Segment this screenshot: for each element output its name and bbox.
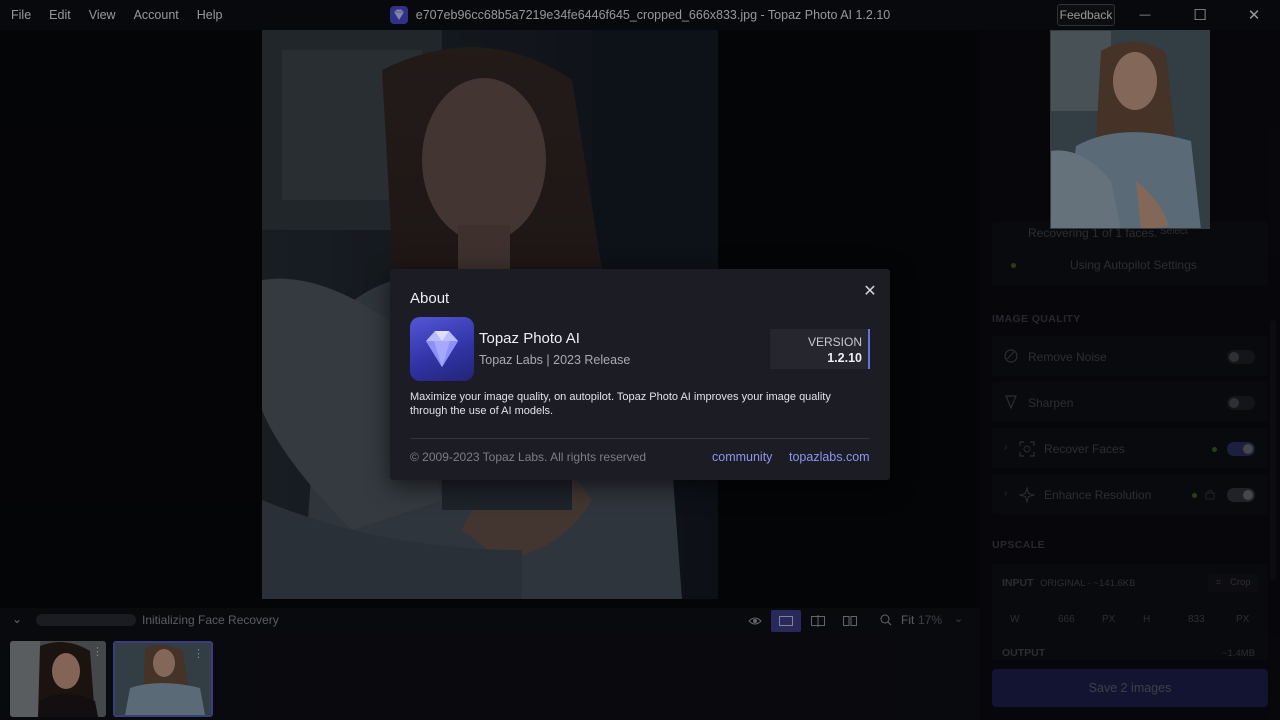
dialog-title: About	[410, 290, 450, 307]
dialog-close-button[interactable]: ✕	[860, 281, 880, 301]
app-logo	[410, 317, 474, 381]
about-dialog: About ✕ Topaz Photo AI Topaz Labs | 2023…	[390, 269, 890, 480]
app-subtitle: Topaz Labs | 2023 Release	[479, 353, 631, 367]
copyright-text: © 2009-2023 Topaz Labs. All rights reser…	[410, 450, 647, 464]
version-box: VERSION 1.2.10	[770, 329, 870, 369]
community-link[interactable]: community	[712, 450, 772, 464]
version-number: 1.2.10	[827, 351, 862, 365]
dialog-divider	[410, 438, 870, 439]
close-icon: ✕	[863, 283, 877, 300]
app-name: Topaz Photo AI	[479, 330, 580, 347]
version-label: VERSION	[807, 335, 862, 349]
app-description: Maximize your image quality, on autopilo…	[410, 391, 831, 417]
website-link[interactable]: topazlabs.com	[789, 450, 870, 464]
diamond-icon	[426, 331, 458, 367]
